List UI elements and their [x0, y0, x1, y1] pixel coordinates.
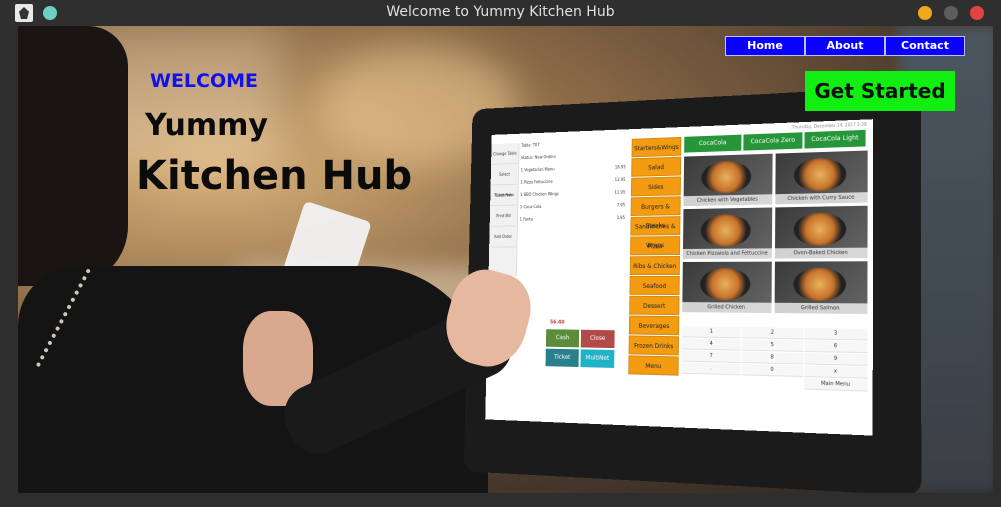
drink-item: CocaCola Zero [743, 132, 803, 151]
keypad-key: 6 [804, 340, 868, 354]
minimize-button[interactable] [918, 6, 932, 20]
keypad-key: x [803, 365, 868, 379]
food-label: Grilled Salmon [774, 302, 868, 314]
order-price: 3.95 [616, 215, 625, 221]
food-tile: Chicken with Curry Sauce [774, 150, 868, 205]
category-item: Burgers & Steaks [630, 196, 681, 230]
food-image [792, 267, 846, 302]
nav-home-button[interactable]: Home [725, 36, 805, 56]
keypad-key: 1 [681, 326, 742, 339]
keypad-key: 4 [681, 338, 742, 351]
order-price: 16.95 [614, 164, 626, 170]
food-tile: Grilled Salmon [774, 261, 868, 314]
order-qty: 1 [519, 204, 523, 210]
cash-button: Cash [545, 329, 580, 348]
order-qty: 1 [520, 179, 523, 185]
order-name: Vegetarian Menu [524, 166, 555, 173]
food-image [700, 267, 751, 301]
order-total: 56.40 [549, 319, 565, 326]
order-qty: 1 [519, 216, 523, 222]
multinet-button: MultiNet [580, 349, 615, 368]
ticket-button: Ticket [545, 348, 579, 368]
pos-side-button: Print Bill [489, 205, 518, 227]
food-tile: Chicken with Vegetables [683, 153, 773, 207]
category-item: Sandwiches & Wraps [630, 216, 681, 249]
order-price: 11.95 [614, 189, 626, 195]
category-item: Ribs & Chicken [629, 255, 680, 276]
pos-side-button: Ticket Note [490, 184, 518, 207]
order-price: 12.95 [614, 176, 626, 183]
order-qty: 1 [520, 167, 524, 173]
drink-item: CocaCola Light [804, 129, 866, 149]
keypad-key: 5 [741, 339, 804, 352]
food-label: Chicken with Vegetables [683, 194, 772, 207]
title-bar: Welcome to Yummy Kitchen Hub [0, 0, 1001, 26]
food-image [793, 212, 846, 247]
brand-title-line1: Yummy [145, 108, 268, 143]
drink-item: CocaCola [684, 134, 742, 153]
food-tile: Oven-Baked Chicken [774, 205, 868, 259]
category-item: Frozen Drinks [628, 335, 680, 356]
pos-drinks: CocaCola CocaCola Zero CocaCola Light [684, 129, 866, 153]
pos-order-list: Table: T07 Status: New Orders 1 Vegetari… [518, 139, 627, 320]
get-started-button[interactable]: Get Started [805, 71, 955, 111]
category-item: Seafood [629, 276, 680, 296]
category-item: Menu [628, 355, 679, 376]
food-image [793, 157, 846, 192]
keypad-key: 3 [804, 327, 868, 341]
category-item: Starters&Wings [631, 136, 682, 158]
app-window: Welcome to Yummy Kitchen Hub Thursday, D… [0, 0, 1001, 507]
keypad-key: 0 [741, 364, 803, 378]
food-tile: Chicken Pizzaiola and Fettuccine [682, 207, 772, 259]
category-item: Dessert [629, 295, 680, 316]
order-name: BBQ Chicken Wings [523, 191, 559, 197]
close-order-button: Close [580, 329, 615, 349]
category-item: Pizza [630, 236, 681, 256]
order-name: Coca-Cola [523, 204, 542, 210]
keypad-key: 2 [742, 327, 804, 340]
order-name: Fanta [523, 216, 533, 222]
food-label: Chicken with Curry Sauce [774, 192, 868, 205]
main-menu-label: Main Menu [803, 378, 868, 392]
pos-screen: Thursday, December 14, 2017 5:38 Change … [485, 119, 874, 436]
maximize-button[interactable] [944, 6, 958, 20]
person-hair [18, 26, 128, 286]
pos-side-button: Select Customer [490, 163, 519, 198]
pos-categories: Starters&Wings Salad Sides Burgers & Ste… [628, 136, 682, 377]
order-name: Pizza Fettuccine [523, 179, 553, 185]
top-nav: Home About Contact [725, 36, 965, 56]
food-label: Oven-Baked Chicken [774, 247, 868, 259]
pos-side-button: Add Order [489, 226, 517, 248]
welcome-heading: WELCOME [150, 70, 259, 92]
order-line: 1 Fanta 3.95 [520, 215, 625, 229]
food-label: Chicken Pizzaiola and Fettuccine [682, 248, 772, 259]
food-tile: Grilled Chicken [682, 261, 772, 314]
keypad-key: 9 [804, 352, 868, 366]
food-image [701, 160, 752, 194]
keypad-key: . [681, 362, 741, 376]
pos-side-button: Change Table [491, 143, 519, 165]
pos-date: Thursday, December 14, 2017 5:38 [791, 121, 867, 130]
nav-contact-button[interactable]: Contact [885, 36, 965, 56]
window-title: Welcome to Yummy Kitchen Hub [386, 4, 615, 20]
category-item: Beverages [628, 315, 680, 336]
close-button[interactable] [970, 6, 984, 20]
category-item: Salad [631, 156, 682, 177]
pos-side-buttons: Change Table Select Customer Ticket Note… [488, 143, 520, 276]
keypad-key: 7 [681, 350, 741, 363]
window-bottom-border [0, 493, 1001, 507]
order-price: 7.95 [616, 202, 626, 208]
food-label: Grilled Chicken [682, 302, 772, 314]
pos-food-grid: Chicken with Vegetables Chicken with Cur… [682, 150, 868, 314]
pos-keypad: 1 2 3 4 5 6 7 8 9 . 0 x Main Menu [681, 326, 868, 392]
order-qty: 1 [520, 192, 523, 197]
category-item: Sides [630, 176, 681, 197]
nav-about-button[interactable]: About [805, 36, 885, 56]
brand-title-line2: Kitchen Hub [136, 153, 413, 199]
food-image [700, 213, 751, 247]
keypad-key: 8 [741, 351, 804, 365]
